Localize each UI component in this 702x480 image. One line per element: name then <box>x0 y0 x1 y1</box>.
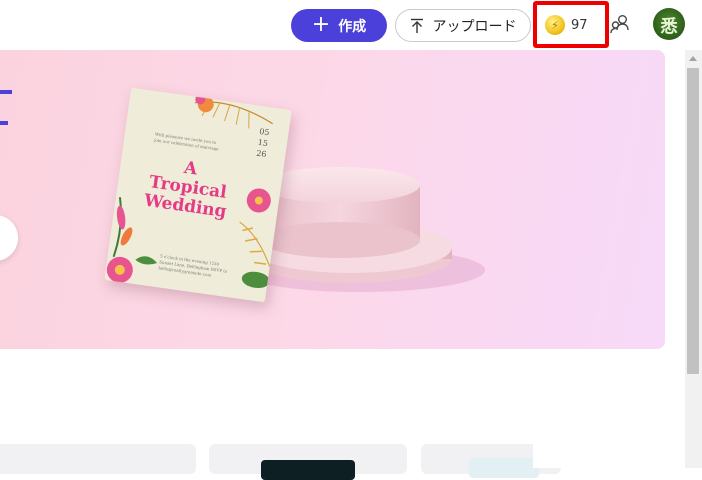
credits-count: 97 <box>571 17 588 33</box>
avatar[interactable]: 悉 <box>653 8 685 40</box>
top-bar: + 作成 アップロード ⚡ 97 悉 <box>0 0 702 50</box>
hero-accent-mark <box>0 121 8 125</box>
avatar-text: 悉 <box>660 16 678 37</box>
card-date-year: 26 <box>255 148 268 160</box>
scrollbar-thumb[interactable] <box>687 68 699 374</box>
create-label: 作成 <box>338 18 367 35</box>
credits-button[interactable]: ⚡ 97 <box>545 14 588 36</box>
card-date: 05 15 26 <box>249 125 277 161</box>
people-icon[interactable] <box>609 13 631 35</box>
wedding-invitation-card: With pleasure we invite you to join our … <box>104 87 292 303</box>
plus-icon: + <box>311 11 331 37</box>
create-button[interactable]: + 作成 <box>291 9 387 42</box>
template-thumbnail <box>469 458 539 478</box>
tropical-flowers-left <box>106 197 158 283</box>
upload-label: アップロード <box>432 18 517 35</box>
hero-accent-mark <box>0 90 12 94</box>
vertical-scrollbar[interactable] <box>685 50 702 468</box>
hero-banner[interactable]: With pleasure we invite you to join our … <box>0 50 665 349</box>
template-card[interactable] <box>0 444 196 474</box>
upload-button[interactable]: アップロード <box>395 9 531 42</box>
carousel-prev-button[interactable] <box>0 215 18 261</box>
upload-arrow-icon <box>410 18 423 33</box>
side-panel-edge <box>533 444 685 468</box>
scroll-up-arrow-icon[interactable] <box>689 56 697 61</box>
coin-icon: ⚡ <box>545 15 565 35</box>
template-thumbnail <box>261 460 355 480</box>
card-footer-text: 5 o'clock in the evening 1234 Sunset Lan… <box>158 253 228 278</box>
template-card[interactable] <box>209 444 407 480</box>
